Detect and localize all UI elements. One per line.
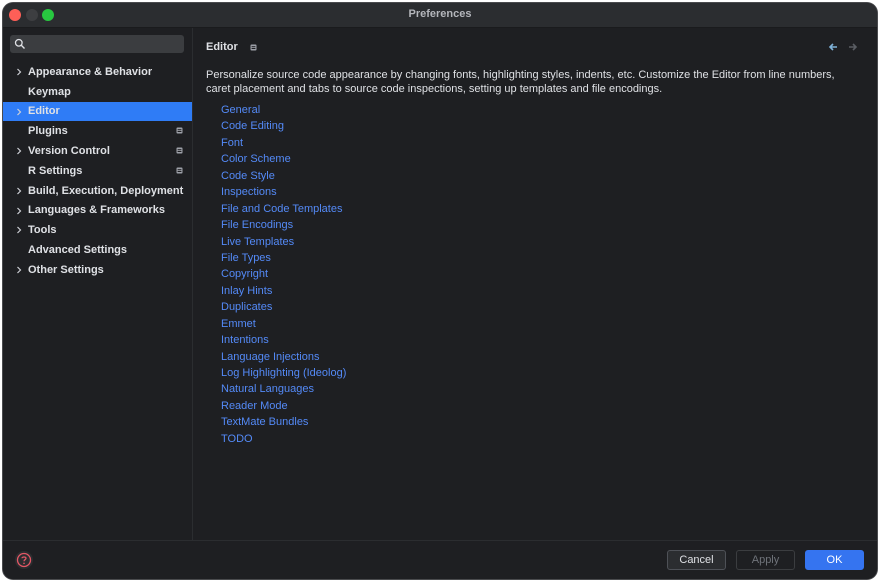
link-font[interactable]: Font	[221, 135, 346, 151]
sidebar-item-editor[interactable]: Editor	[3, 101, 192, 122]
sidebar-item-keymap[interactable]: Keymap	[3, 82, 192, 102]
page-title: Editor	[206, 41, 238, 53]
help-button[interactable]	[15, 551, 33, 569]
sidebar-item-label: Plugins	[28, 125, 68, 138]
link-file-encodings[interactable]: File Encodings	[221, 217, 346, 233]
preferences-window: Preferences Appearance & Behavior Keymap E…	[3, 3, 877, 579]
sidebar-item-r-settings[interactable]: R Settings	[3, 161, 192, 181]
project-level-icon	[176, 147, 183, 154]
link-duplicates[interactable]: Duplicates	[221, 299, 346, 315]
arrow-right-icon[interactable]	[847, 41, 859, 53]
chevron-right-icon[interactable]	[14, 206, 24, 216]
sidebar-item-version-control[interactable]: Version Control	[3, 141, 192, 161]
sidebar-item-label: Advanced Settings	[28, 244, 128, 257]
sidebar-item-label: R Settings	[28, 164, 83, 177]
sidebar-item-label: Editor	[28, 105, 60, 118]
sidebar-item-label: Build, Execution, Deployment	[28, 184, 184, 197]
link-emmet[interactable]: Emmet	[221, 316, 346, 332]
link-code-style[interactable]: Code Style	[221, 168, 346, 184]
sidebar-item-label: Appearance & Behavior	[28, 65, 153, 78]
link-todo[interactable]: TODO	[221, 431, 346, 447]
title-bar: Preferences	[3, 3, 877, 28]
window-title: Preferences	[408, 8, 472, 20]
sidebar-item-label: Keymap	[28, 85, 71, 98]
sidebar-item-label: Tools	[28, 224, 57, 237]
chevron-right-icon[interactable]	[14, 265, 24, 275]
editor-description: Personalize source code appearance by ch…	[206, 69, 835, 95]
link-log-highlighting-ideolog[interactable]: Log Highlighting (Ideolog)	[221, 365, 346, 381]
chevron-right-icon[interactable]	[14, 67, 24, 77]
chevron-right-icon[interactable]	[14, 186, 24, 196]
help-icon	[16, 552, 32, 568]
link-reader-mode[interactable]: Reader Mode	[221, 398, 346, 414]
sidebar-item-other-settings[interactable]: Other Settings	[3, 260, 192, 280]
sidebar-item-label: Other Settings	[28, 263, 104, 276]
sidebar-item-advanced-settings[interactable]: Advanced Settings	[3, 240, 192, 260]
link-inspections[interactable]: Inspections	[221, 184, 346, 200]
apply-button[interactable]: Apply	[736, 550, 795, 570]
project-level-icon	[250, 44, 257, 51]
settings-sidebar: Appearance & Behavior Keymap Editor Plugins…	[3, 28, 193, 541]
sidebar-item-label: Version Control	[28, 145, 110, 158]
sidebar-item-build-execution-deployment[interactable]: Build, Execution, Deployment	[3, 181, 192, 201]
editor-settings-panel: Editor Personalize source code appearanc…	[193, 28, 877, 541]
project-level-icon	[176, 127, 183, 134]
settings-tree: Appearance & Behavior Keymap Editor Plugins…	[3, 62, 192, 280]
link-live-templates[interactable]: Live Templates	[221, 234, 346, 250]
sidebar-item-appearance-behavior[interactable]: Appearance & Behavior	[3, 62, 192, 82]
link-file-types[interactable]: File Types	[221, 250, 346, 266]
sidebar-item-tools[interactable]: Tools	[3, 220, 192, 240]
arrow-left-icon[interactable]	[827, 41, 839, 53]
link-general[interactable]: General	[221, 102, 346, 118]
link-color-scheme[interactable]: Color Scheme	[221, 151, 346, 167]
chevron-right-icon[interactable]	[14, 107, 24, 117]
chevron-right-icon[interactable]	[14, 146, 24, 156]
link-intentions[interactable]: Intentions	[221, 332, 346, 348]
link-code-editing[interactable]: Code Editing	[221, 118, 346, 134]
sidebar-item-languages-frameworks[interactable]: Languages & Frameworks	[3, 201, 192, 221]
link-file-and-code-templates[interactable]: File and Code Templates	[221, 201, 346, 217]
editor-subpage-links: General Code Editing Font Color Scheme Code …	[221, 102, 346, 447]
link-copyright[interactable]: Copyright	[221, 266, 346, 282]
sidebar-item-plugins[interactable]: Plugins	[3, 121, 192, 141]
ok-button[interactable]: OK	[805, 550, 864, 570]
search-input[interactable]	[10, 35, 184, 53]
search-icon	[14, 38, 25, 49]
chevron-right-icon[interactable]	[14, 225, 24, 235]
dialog-footer: Cancel Apply OK	[3, 540, 877, 579]
cancel-button[interactable]: Cancel	[667, 550, 726, 570]
link-inlay-hints[interactable]: Inlay Hints	[221, 283, 346, 299]
link-language-injections[interactable]: Language Injections	[221, 349, 346, 365]
sidebar-item-label: Languages & Frameworks	[28, 204, 165, 217]
project-level-icon	[176, 167, 183, 174]
link-textmate-bundles[interactable]: TextMate Bundles	[221, 414, 346, 430]
link-natural-languages[interactable]: Natural Languages	[221, 381, 346, 397]
